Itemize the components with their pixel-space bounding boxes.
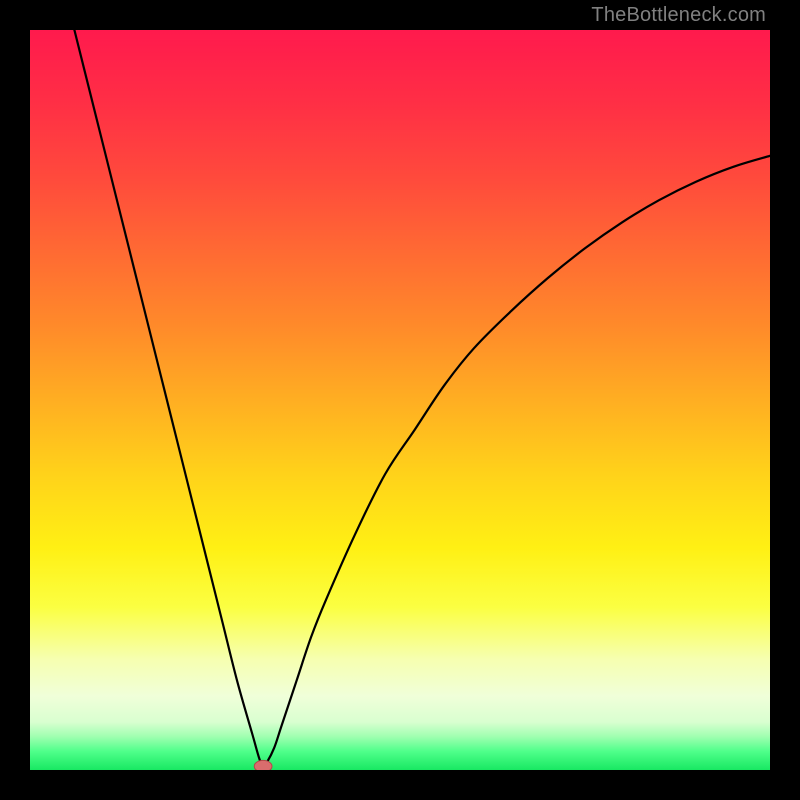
attribution-text: TheBottleneck.com: [591, 4, 766, 27]
chart-frame: [30, 30, 770, 770]
chart-background: [30, 30, 770, 770]
optimum-marker: [254, 760, 272, 770]
bottleneck-chart: [30, 30, 770, 770]
